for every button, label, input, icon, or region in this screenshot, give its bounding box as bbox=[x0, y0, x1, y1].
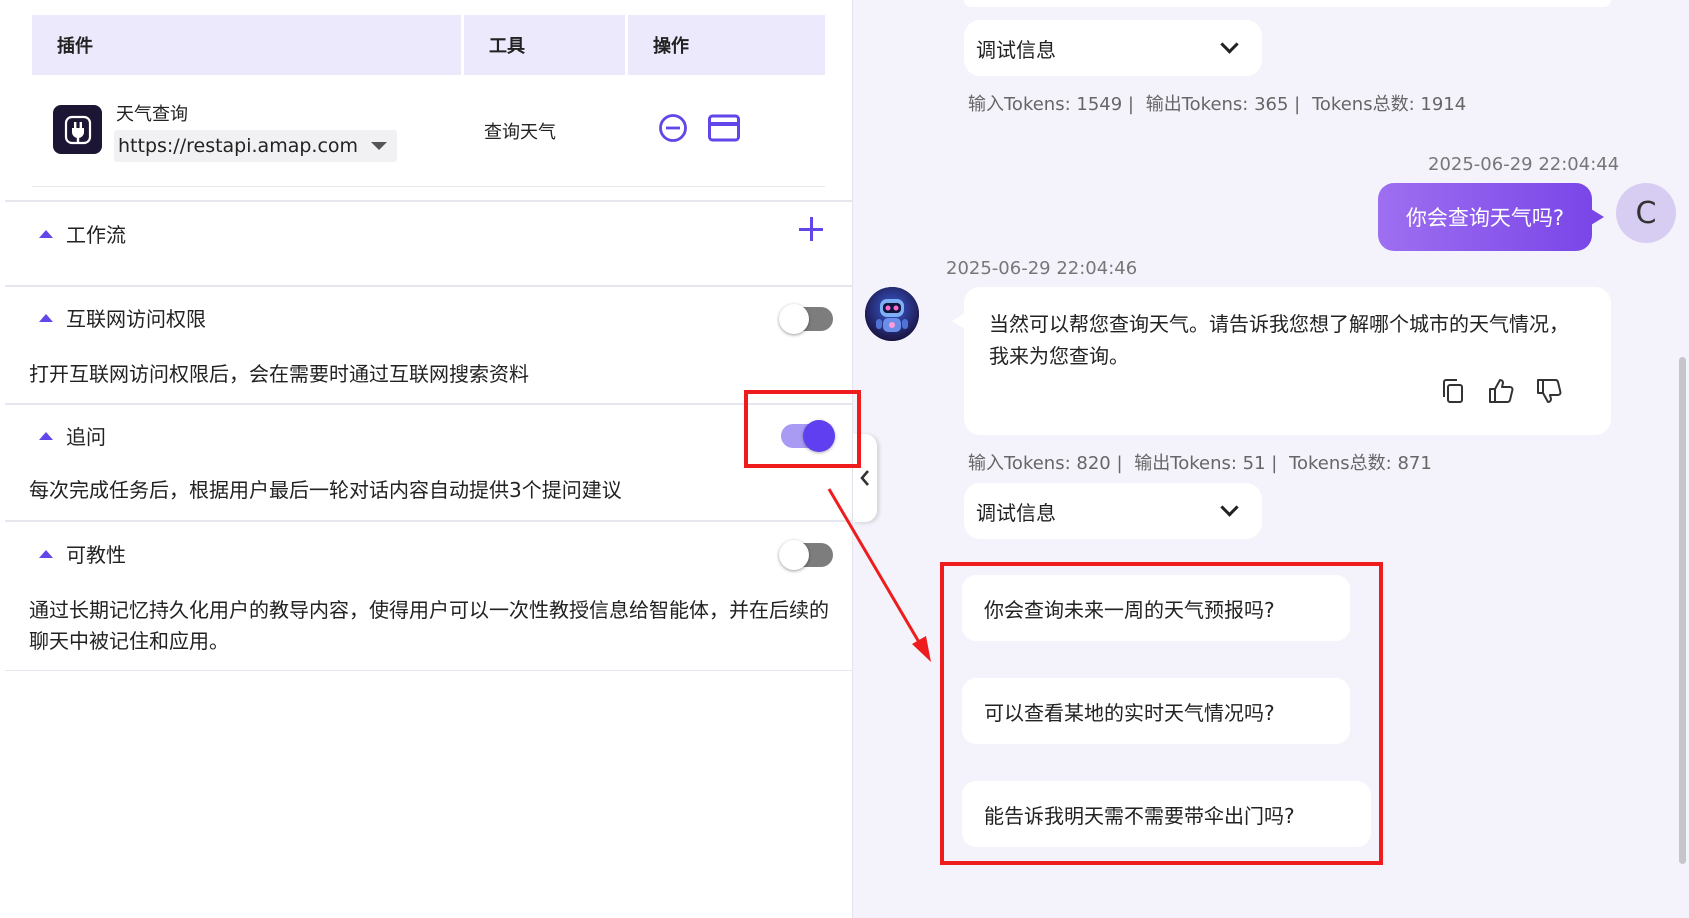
plugin-name: 天气查询 bbox=[116, 104, 188, 125]
internet-header[interactable]: 互联网访问权限 bbox=[39, 303, 206, 332]
input-tokens: 输入Tokens: 1549 | bbox=[968, 94, 1134, 115]
toggle-highlight bbox=[744, 390, 861, 468]
header-tool: 工具 bbox=[464, 15, 625, 75]
plugin-endpoint-value: https://restapi.amap.com bbox=[118, 135, 359, 157]
section-workflow: 工作流 bbox=[5, 200, 853, 287]
toggle-knob bbox=[779, 540, 809, 570]
user-message: 你会查询天气吗? bbox=[1378, 183, 1604, 251]
teachable-desc: 通过长期记忆持久化用户的教导内容，使得用户可以一次性教授信息给智能体，并在后续的… bbox=[29, 598, 829, 653]
token-stats: 输入Tokens: 820 | 输出Tokens: 51 | Tokens总数:… bbox=[968, 449, 1438, 475]
debug-info-dropdown[interactable]: 调试信息 bbox=[964, 20, 1262, 76]
toggle-knob bbox=[779, 304, 809, 334]
debug-info-dropdown[interactable]: 调试信息 bbox=[964, 483, 1262, 539]
plugin-endpoint-select[interactable]: https://restapi.amap.com bbox=[114, 130, 397, 162]
token-stats: 输入Tokens: 1549 | 输出Tokens: 365 | Tokens总… bbox=[968, 90, 1472, 116]
chat-panel: 调试信息 输入Tokens: 1549 | 输出Tokens: 365 | To… bbox=[854, 0, 1689, 918]
chevron-down-icon bbox=[1220, 498, 1239, 517]
input-tokens: 输入Tokens: 820 | bbox=[968, 453, 1123, 474]
header-plugin: 插件 bbox=[32, 15, 461, 75]
workflow-header[interactable]: 工作流 bbox=[39, 219, 126, 248]
internet-toggle[interactable] bbox=[779, 304, 833, 334]
thumbs-up-icon[interactable] bbox=[1487, 377, 1515, 405]
robot-icon bbox=[865, 287, 919, 341]
previous-message-card bbox=[964, 0, 1611, 7]
collapse-triangle-icon bbox=[39, 313, 53, 322]
plugin-table-header: 插件 工具 操作 bbox=[32, 15, 825, 75]
plugin-icon bbox=[53, 105, 102, 154]
teachable-toggle[interactable] bbox=[779, 540, 833, 570]
tool-name: 查询天气 bbox=[484, 122, 556, 143]
followup-desc: 每次完成任务后，根据用户最后一轮对话内容自动提供3个提问建议 bbox=[29, 478, 622, 502]
table-row: 天气查询 https://restapi.amap.com 查询天气 bbox=[32, 75, 825, 187]
plugin-config-button[interactable] bbox=[708, 114, 740, 142]
bot-timestamp: 2025-06-29 22:04:46 bbox=[946, 258, 1138, 279]
collapse-triangle-icon bbox=[39, 549, 53, 558]
caret-down-icon bbox=[371, 142, 387, 150]
total-tokens: Tokens总数: 871 bbox=[1289, 453, 1432, 474]
copy-icon[interactable] bbox=[1439, 377, 1467, 405]
message-actions bbox=[1439, 377, 1563, 405]
remove-icon bbox=[659, 114, 687, 142]
debug-info-label: 调试信息 bbox=[976, 37, 1056, 62]
scrollbar-thumb[interactable] bbox=[1679, 357, 1686, 864]
section-internet-access: 互联网访问权限 打开互联网访问权限后，会在需要时通过互联网搜索资料 bbox=[5, 285, 853, 404]
suggestion-item[interactable]: 能告诉我明天需不需要带伞出门吗? bbox=[962, 781, 1371, 847]
total-tokens: Tokens总数: 1914 bbox=[1311, 94, 1467, 115]
thumbs-down-icon[interactable] bbox=[1535, 377, 1563, 405]
suggestion-item[interactable]: 可以查看某地的实时天气情况吗? bbox=[962, 678, 1350, 744]
teachable-title: 可教性 bbox=[66, 543, 126, 567]
bot-message-text: 当然可以帮您查询天气。请告诉我您想了解哪个城市的天气情况，我来为您查询。 bbox=[989, 312, 1569, 368]
plugin-table: 插件 工具 操作 天气查询 https://restapi.amap.com 查… bbox=[32, 15, 825, 187]
debug-info-label: 调试信息 bbox=[976, 500, 1056, 525]
add-workflow-button[interactable] bbox=[799, 217, 823, 241]
internet-desc: 打开互联网访问权限后，会在需要时通过互联网搜索资料 bbox=[29, 362, 529, 386]
output-tokens: 输出Tokens: 365 | bbox=[1145, 94, 1301, 115]
teachable-header[interactable]: 可教性 bbox=[39, 539, 126, 568]
internet-title: 互联网访问权限 bbox=[66, 307, 206, 331]
collapse-triangle-icon bbox=[39, 431, 53, 440]
config-panel: 插件 工具 操作 天气查询 https://restapi.amap.com 查… bbox=[0, 0, 853, 918]
chevron-down-icon bbox=[1220, 35, 1239, 54]
avatar: C bbox=[1616, 183, 1676, 243]
section-teachable: 可教性 通过长期记忆持久化用户的教导内容，使得用户可以一次性教授信息给智能体，并… bbox=[5, 520, 853, 671]
remove-plugin-button[interactable] bbox=[658, 113, 688, 143]
header-action: 操作 bbox=[628, 15, 825, 75]
workflow-title: 工作流 bbox=[66, 223, 126, 247]
followup-title: 追问 bbox=[66, 425, 106, 449]
chat-scrollbar[interactable] bbox=[1677, 0, 1689, 918]
user-timestamp: 2025-06-29 22:04:44 bbox=[1428, 154, 1620, 175]
section-followup: 追问 每次完成任务后，根据用户最后一轮对话内容自动提供3个提问建议 bbox=[5, 403, 853, 522]
bot-message: 当然可以帮您查询天气。请告诉我您想了解哪个城市的天气情况，我来为您查询。 bbox=[952, 287, 1611, 435]
collapse-triangle-icon bbox=[39, 229, 53, 238]
card-icon bbox=[708, 114, 740, 142]
output-tokens: 输出Tokens: 51 | bbox=[1134, 453, 1278, 474]
followup-header[interactable]: 追问 bbox=[39, 421, 106, 450]
suggestion-item[interactable]: 你会查询未来一周的天气预报吗? bbox=[962, 575, 1350, 641]
